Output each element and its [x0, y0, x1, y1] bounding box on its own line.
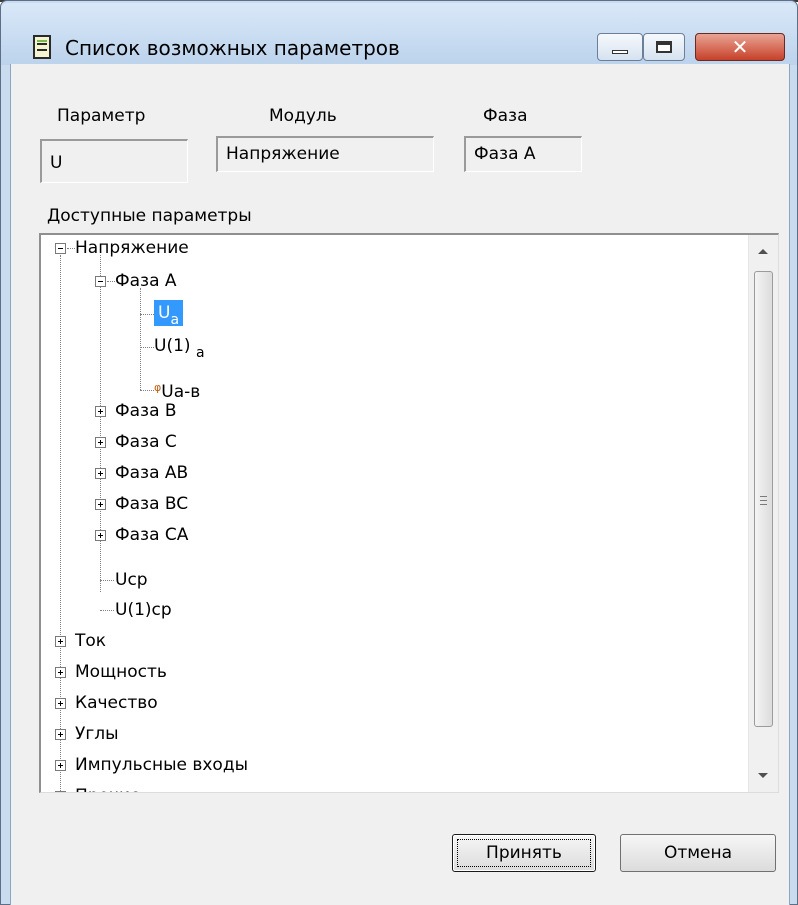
u1a-base: U(1)	[154, 336, 191, 356]
tree-line	[140, 288, 141, 390]
phase-field[interactable]: Фаза А	[464, 136, 582, 172]
app-list-icon	[33, 35, 51, 59]
tree-node-quality[interactable]: Качество	[75, 690, 158, 716]
scroll-thumb[interactable]	[754, 271, 773, 727]
tree-line	[100, 580, 114, 581]
minimize-icon	[612, 50, 628, 54]
collapse-toggle[interactable]	[55, 243, 66, 254]
scroll-up-arrow-icon[interactable]	[758, 249, 768, 254]
tree-line	[100, 610, 114, 611]
tree-node-ua-selected[interactable]: Ua	[154, 300, 184, 328]
tree-node-ucp[interactable]: Ucp	[115, 567, 148, 593]
window-title: Список возможных параметров	[65, 36, 400, 60]
cancel-button-label: Отмена	[663, 843, 733, 863]
available-params-label: Доступные параметры	[47, 206, 252, 226]
accept-button[interactable]: Принять	[452, 834, 596, 872]
phase-label: Фаза	[483, 106, 528, 126]
close-button[interactable]: ✕	[695, 33, 785, 61]
module-field[interactable]: Напряжение	[216, 136, 434, 172]
grip-line	[760, 496, 767, 497]
tree-node-u1a[interactable]: U(1) a	[154, 333, 205, 361]
collapse-toggle[interactable]	[95, 276, 106, 287]
tree-node-phase-b[interactable]: Фаза B	[115, 398, 177, 424]
expand-toggle[interactable]	[95, 437, 106, 448]
title-bar[interactable]: Список возможных параметров ✕	[1, 3, 797, 65]
u1a-sub: a	[195, 345, 205, 361]
tree-line	[140, 347, 154, 348]
tree-line	[67, 248, 75, 249]
maximize-button[interactable]	[643, 33, 685, 61]
tree-line	[140, 314, 154, 315]
param-field[interactable]: U	[40, 139, 188, 183]
tree-node-voltage[interactable]: Напряжение	[75, 235, 189, 261]
tree-line	[107, 281, 115, 282]
minimize-button[interactable]	[597, 33, 643, 61]
close-icon: ✕	[731, 35, 749, 59]
tree-node-phase-a[interactable]: Фаза А	[115, 268, 177, 294]
grip-line	[760, 504, 767, 505]
tree-node-phase-ca[interactable]: Фаза CA	[115, 522, 188, 548]
tree-node-other[interactable]: Прочие	[75, 783, 141, 792]
ua-sub: a	[170, 312, 180, 328]
focus-rect	[457, 839, 591, 867]
scroll-down-arrow-icon[interactable]	[758, 773, 768, 778]
expand-toggle[interactable]	[55, 667, 66, 678]
expand-toggle[interactable]	[55, 698, 66, 709]
tree-node-current[interactable]: Ток	[75, 628, 106, 654]
ua-base: U	[158, 303, 171, 323]
param-label: Параметр	[57, 106, 146, 126]
tree-line	[60, 255, 61, 792]
tree-node-phase-bc[interactable]: Фаза BC	[115, 491, 188, 517]
expand-toggle[interactable]	[55, 729, 66, 740]
expand-toggle[interactable]	[55, 791, 66, 792]
tree-line	[100, 255, 101, 592]
grip-line	[760, 500, 767, 501]
cancel-button[interactable]: Отмена	[620, 834, 776, 872]
expand-toggle[interactable]	[95, 530, 106, 541]
expand-toggle[interactable]	[95, 499, 106, 510]
maximize-icon	[656, 41, 672, 53]
tree-scrollbar[interactable]	[748, 235, 778, 792]
tree-node-angles[interactable]: Углы	[75, 721, 119, 747]
tree-node-pulse-inputs[interactable]: Импульсные входы	[75, 752, 248, 778]
expand-toggle[interactable]	[95, 468, 106, 479]
parameters-tree[interactable]: Напряжение Фаза А Ua U(1) a φUa-в Фаза B…	[39, 233, 779, 793]
tree-node-power[interactable]: Мощность	[75, 659, 167, 685]
tree-line	[140, 390, 154, 391]
dialog-client-area: Параметр Модуль Фаза U Напряжение Фаза А…	[10, 64, 790, 905]
tree-node-phase-c[interactable]: Фаза C	[115, 429, 177, 455]
tree-node-u1cp[interactable]: U(1)cp	[115, 597, 172, 623]
expand-toggle[interactable]	[95, 406, 106, 417]
module-label: Модуль	[269, 106, 337, 126]
tree-node-phase-ab[interactable]: Фаза AB	[115, 460, 188, 486]
expand-toggle[interactable]	[55, 760, 66, 771]
expand-toggle[interactable]	[55, 636, 66, 647]
